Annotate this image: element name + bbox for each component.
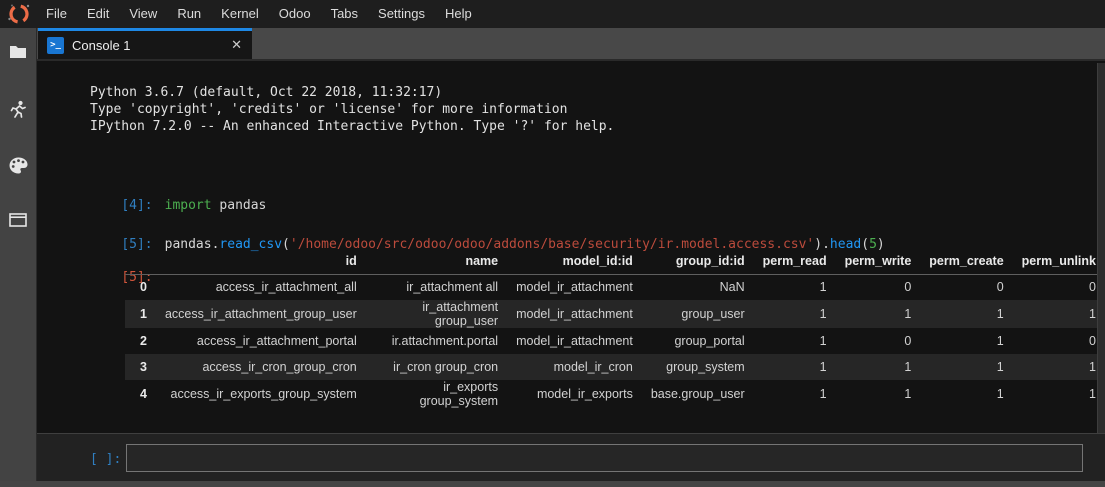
- cell-id: access_ir_attachment_group_user: [156, 300, 366, 328]
- cell-perm_read: 1: [754, 274, 836, 300]
- odoo-logo-icon[interactable]: [7, 3, 31, 25]
- cell-perm_unlink: 1: [1013, 300, 1105, 328]
- cell-id: access_ir_exports_group_system: [156, 380, 366, 408]
- cell-id: access_ir_attachment_portal: [156, 328, 366, 354]
- cell-perm_create: 1: [920, 300, 1012, 328]
- column-header-model_id:id: model_id:id: [507, 248, 642, 274]
- running-sessions-icon[interactable]: [0, 95, 37, 125]
- cell-perm_write: 1: [836, 380, 921, 408]
- table-row-0: 0access_ir_attachment_allir_attachment a…: [125, 274, 1105, 300]
- column-header-perm_write: perm_write: [836, 248, 921, 274]
- python-banner: Python 3.6.7 (default, Oct 22 2018, 11:3…: [90, 84, 614, 135]
- window-bottom-edge: [0, 481, 1105, 487]
- cell-model_id:id: model_ir_cron: [507, 354, 642, 380]
- code-token: pandas: [212, 198, 267, 213]
- cell-name: ir_exports group_system: [366, 380, 507, 408]
- code-token: import: [165, 198, 212, 213]
- cell-perm_read: 1: [754, 354, 836, 380]
- code-line-4: import pandas: [165, 198, 267, 213]
- table-row-4: 4access_ir_exports_group_systemir_export…: [125, 380, 1105, 408]
- console-icon: >_: [47, 37, 64, 54]
- cell-model_id:id: model_ir_attachment: [507, 274, 642, 300]
- cell-group_id:id: group_portal: [642, 328, 754, 354]
- cell-perm_unlink: 0: [1013, 328, 1105, 354]
- tab-bar: >_ Console 1 ✕: [37, 28, 1105, 59]
- menu-kernel[interactable]: Kernel: [211, 0, 269, 28]
- console-panel: Python 3.6.7 (default, Oct 22 2018, 11:3…: [37, 59, 1105, 481]
- table-row-2: 2access_ir_attachment_portalir.attachmen…: [125, 328, 1105, 354]
- column-header-id: id: [156, 248, 366, 274]
- column-header-name: name: [366, 248, 507, 274]
- cell-perm_unlink: 1: [1013, 354, 1105, 380]
- cell-perm_create: 1: [920, 354, 1012, 380]
- cell-group_id:id: NaN: [642, 274, 754, 300]
- cell-name: ir_attachment all: [366, 274, 507, 300]
- menu-view[interactable]: View: [119, 0, 167, 28]
- close-icon[interactable]: ✕: [231, 37, 242, 53]
- in-prompt-4: [4]:: [121, 198, 152, 213]
- cell-perm_read: 1: [754, 380, 836, 408]
- column-header-index: [125, 248, 156, 274]
- file-browser-icon[interactable]: [0, 37, 37, 67]
- cell-perm_write: 0: [836, 328, 921, 354]
- cell-perm_create: 1: [920, 380, 1012, 408]
- open-tabs-icon[interactable]: [0, 205, 37, 235]
- row-index: 1: [125, 300, 156, 328]
- cell-perm_read: 1: [754, 300, 836, 328]
- cell-name: ir_cron group_cron: [366, 354, 507, 380]
- empty-in-prompt: [ ]:: [90, 451, 121, 468]
- cell-model_id:id: model_ir_exports: [507, 380, 642, 408]
- row-index: 3: [125, 354, 156, 380]
- column-header-perm_create: perm_create: [920, 248, 1012, 274]
- table-row-1: 1access_ir_attachment_group_userir_attac…: [125, 300, 1105, 328]
- menu-settings[interactable]: Settings: [368, 0, 435, 28]
- cell-perm_read: 1: [754, 328, 836, 354]
- menu-items: FileEditViewRunKernelOdooTabsSettingsHel…: [36, 0, 482, 28]
- cell-perm_create: 1: [920, 328, 1012, 354]
- menu-help[interactable]: Help: [435, 0, 482, 28]
- cell-perm_unlink: 1: [1013, 380, 1105, 408]
- column-header-group_id:id: group_id:id: [642, 248, 754, 274]
- cell-perm_unlink: 0: [1013, 274, 1105, 300]
- code-input-field[interactable]: [126, 444, 1083, 472]
- menu-bar: FileEditViewRunKernelOdooTabsSettingsHel…: [0, 0, 1105, 28]
- left-sidebar: [0, 28, 37, 481]
- column-header-perm_unlink: perm_unlink: [1013, 248, 1105, 274]
- dataframe-table: idnamemodel_id:idgroup_id:idperm_readper…: [125, 248, 1105, 408]
- column-header-perm_read: perm_read: [754, 248, 836, 274]
- table-row-3: 3access_ir_cron_group_cronir_cron group_…: [125, 354, 1105, 380]
- row-index: 0: [125, 274, 156, 300]
- menu-edit[interactable]: Edit: [77, 0, 119, 28]
- menu-tabs[interactable]: Tabs: [321, 0, 368, 28]
- cell-group_id:id: base.group_user: [642, 380, 754, 408]
- menu-odoo[interactable]: Odoo: [269, 0, 321, 28]
- cell-perm_write: 1: [836, 300, 921, 328]
- cell-id: access_ir_cron_group_cron: [156, 354, 366, 380]
- cell-group_id:id: group_user: [642, 300, 754, 328]
- cell-name: ir_attachment group_user: [366, 300, 507, 328]
- cell-perm_write: 1: [836, 354, 921, 380]
- tab-label: Console 1: [72, 38, 131, 53]
- menu-run[interactable]: Run: [167, 0, 211, 28]
- cell-perm_create: 0: [920, 274, 1012, 300]
- menu-file[interactable]: File: [36, 0, 77, 28]
- cell-name: ir.attachment.portal: [366, 328, 507, 354]
- console-input-area: [ ]:: [37, 433, 1105, 483]
- cell-id: access_ir_attachment_all: [156, 274, 366, 300]
- vertical-scrollbar[interactable]: [1097, 63, 1105, 433]
- cell-model_id:id: model_ir_attachment: [507, 328, 642, 354]
- tab-console-1[interactable]: >_ Console 1 ✕: [38, 28, 252, 59]
- cell-model_id:id: model_ir_attachment: [507, 300, 642, 328]
- cell-group_id:id: group_system: [642, 354, 754, 380]
- commands-palette-icon[interactable]: [0, 150, 37, 180]
- cell-perm_write: 0: [836, 274, 921, 300]
- row-index: 4: [125, 380, 156, 408]
- table-header-row: idnamemodel_id:idgroup_id:idperm_readper…: [125, 248, 1105, 274]
- row-index: 2: [125, 328, 156, 354]
